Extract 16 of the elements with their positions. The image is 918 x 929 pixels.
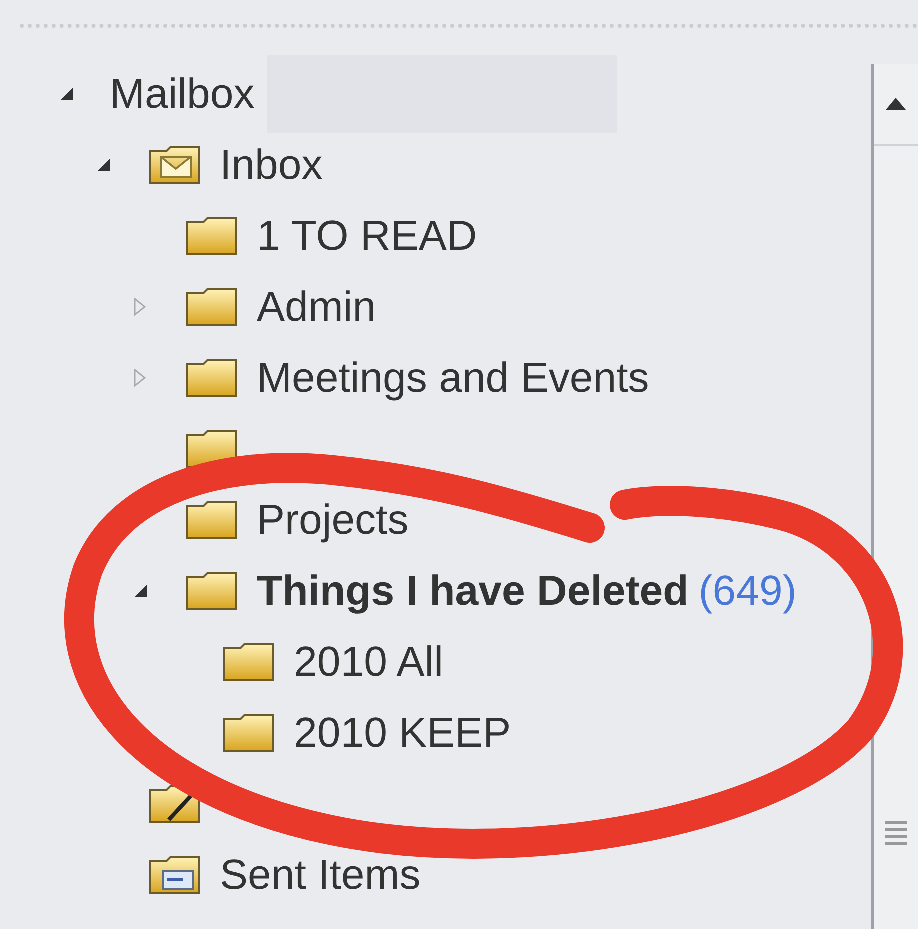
folder-label[interactable]: 2010 All: [294, 638, 444, 686]
folder-label[interactable]: Projects: [257, 496, 409, 544]
scrollbar[interactable]: [871, 64, 918, 929]
folder-label[interactable]: Things I have Deleted: [257, 566, 689, 614]
folder-label[interactable]: 2010 KEEP: [294, 708, 512, 756]
expanded-arrow-icon[interactable]: [60, 86, 74, 100]
folder-label[interactable]: Admin: [257, 282, 376, 330]
folder-label[interactable]: Mailbox: [110, 70, 255, 118]
folder-label[interactable]: Inbox: [220, 140, 323, 188]
folder-label[interactable]: 1 TO READ: [257, 212, 478, 260]
expanded-arrow-icon[interactable]: [134, 584, 148, 598]
scroll-up-icon[interactable]: [885, 97, 907, 111]
folder-label[interactable]: Meetings and Events: [257, 354, 650, 402]
folder-label[interactable]: Sent Items: [220, 850, 421, 898]
expanded-arrow-icon[interactable]: [97, 158, 111, 172]
unread-count: (649): [698, 566, 797, 614]
